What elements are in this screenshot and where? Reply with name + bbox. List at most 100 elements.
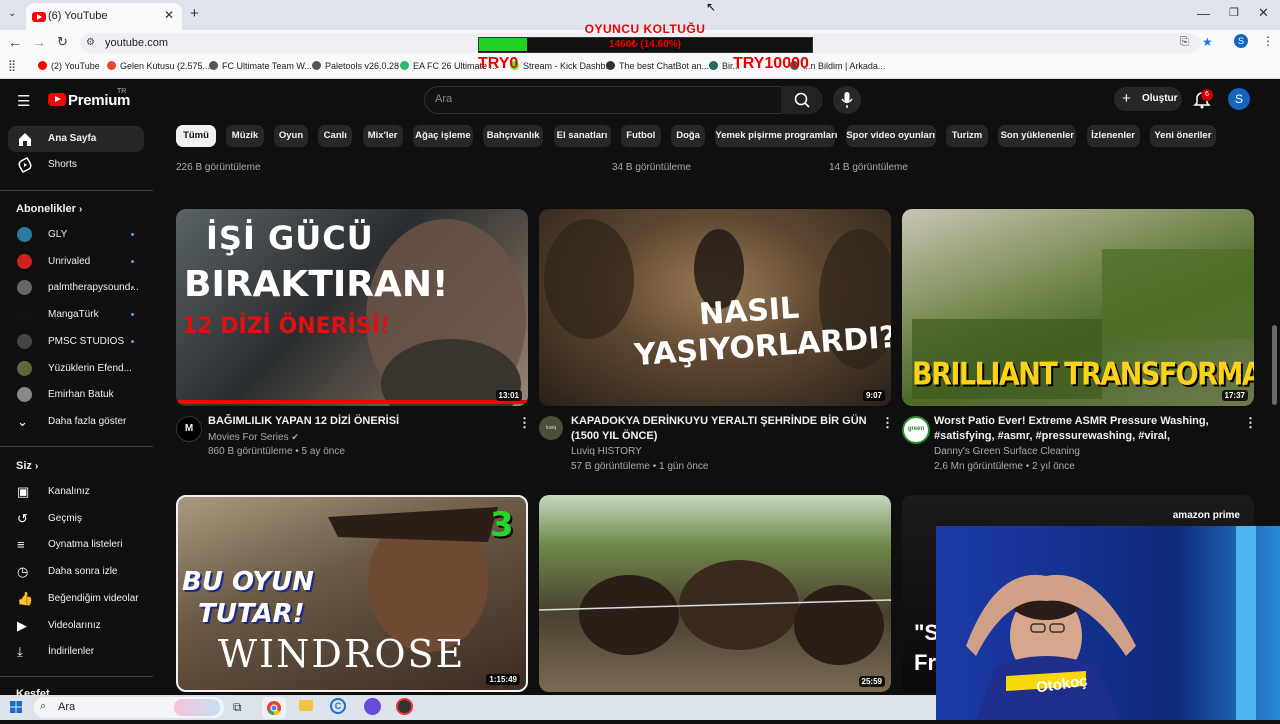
bookmark-item[interactable]: FC Ultimate Team W...: [209, 61, 312, 71]
donation-goal-title: OYUNCU KOLTUĞU: [584, 22, 706, 36]
channel-avatar[interactable]: luviq: [539, 416, 563, 440]
sidebar-subscription[interactable]: Emirhan Batuk: [8, 382, 144, 408]
filter-chip[interactable]: Oyun: [274, 125, 308, 147]
filter-chip[interactable]: Müzik: [226, 125, 264, 147]
mouse-cursor-icon: ↖: [706, 0, 717, 14]
sidebar-subscription[interactable]: Yüzüklerin Efend...: [8, 356, 144, 382]
filter-chip[interactable]: Canlı: [318, 125, 353, 147]
bookmark-item[interactable]: Stream - Kick Dashb...: [510, 61, 613, 71]
filter-chip[interactable]: El sanatları: [553, 125, 611, 147]
video-title[interactable]: Worst Patio Ever! Extreme ASMR Pressure …: [934, 414, 1239, 444]
filter-chip[interactable]: Bahçıvanlık: [483, 125, 544, 147]
video-thumbnail[interactable]: BRILLIANT TRANSFORMATION! 17:37: [902, 209, 1254, 406]
video-thumbnail[interactable]: 25:59: [539, 495, 891, 692]
sidebar-item-playlists[interactable]: ≡ Oynatma listeleri: [8, 532, 144, 558]
minimize-icon[interactable]: —: [1197, 6, 1210, 21]
file-explorer-icon[interactable]: [299, 700, 313, 711]
voice-search-button[interactable]: [833, 86, 861, 114]
filter-chip[interactable]: Turizm: [946, 125, 988, 147]
verified-icon: ✔: [291, 432, 299, 442]
close-tab-icon[interactable]: ✕: [164, 8, 174, 22]
bookmark-item[interactable]: Gelen Kutusu (2.575...: [107, 61, 210, 71]
page-scrollbar[interactable]: [1272, 325, 1277, 405]
sidebar-item-shorts[interactable]: Shorts: [8, 152, 144, 178]
chrome-icon: [267, 701, 281, 716]
video-title[interactable]: BAĞIMLILIK YAPAN 12 DİZİ ÖNERİSİ: [208, 414, 508, 429]
browser-tab[interactable]: (6) YouTube ✕: [26, 3, 182, 30]
filter-chip[interactable]: Son yüklenenler: [998, 125, 1077, 147]
bookmark-star-icon[interactable]: ★: [1202, 35, 1213, 49]
install-app-icon[interactable]: ⎘: [1180, 36, 1189, 49]
taskbar-chrome-button[interactable]: [262, 697, 286, 719]
search-button[interactable]: [781, 86, 823, 114]
sidebar-item-home[interactable]: Ana Sayfa: [8, 126, 144, 152]
task-view-icon[interactable]: ⧉: [233, 700, 242, 715]
filter-chip[interactable]: Yemek pişirme programları: [715, 125, 837, 147]
video-views: 34 B görüntüleme: [612, 162, 691, 173]
create-button[interactable]: + Oluştur: [1114, 87, 1182, 111]
sidebar-subscription[interactable]: PMSC STUDIOS: [8, 329, 144, 355]
new-tab-button[interactable]: +: [190, 5, 199, 22]
subscription-label: palmtherapysound...: [48, 282, 139, 294]
sidebar-subscription[interactable]: GLY: [8, 222, 144, 248]
channel-name[interactable]: Danny's Green Surface Cleaning: [934, 446, 1080, 457]
sidebar-subscription[interactable]: MangaTürk: [8, 302, 144, 328]
taskbar-search[interactable]: ⌕ Ara: [34, 697, 224, 718]
url-text[interactable]: youtube.com: [105, 37, 168, 49]
video-thumbnail[interactable]: BU OYUN TUTAR! WINDROSE 3 1:15:49: [176, 495, 528, 692]
obs-icon[interactable]: [396, 698, 413, 715]
windows-start-icon[interactable]: [10, 700, 22, 713]
channel-avatar[interactable]: green: [902, 416, 930, 444]
filter-chip[interactable]: İzlenenler: [1086, 125, 1140, 147]
filter-chip[interactable]: Mix'ler: [362, 125, 403, 147]
bookmark-item[interactable]: Paletools v26.0.28: [312, 61, 399, 71]
thumbnail-text: BRILLIANT TRANSFORMATION!: [912, 356, 1254, 393]
restore-icon[interactable]: ❐: [1229, 6, 1239, 19]
video-thumbnail[interactable]: NASIL YAŞIYORLARDI? 9:07: [539, 209, 891, 406]
reload-icon[interactable]: ↻: [57, 34, 68, 50]
thumbnail-text: Fr: [914, 650, 936, 675]
forward-icon[interactable]: →: [32, 34, 46, 50]
sidebar-item-your-videos[interactable]: ▶ Videolarınız: [8, 613, 144, 639]
filter-chip[interactable]: Doğa: [671, 125, 706, 147]
account-avatar[interactable]: S: [1228, 88, 1250, 110]
channel-name[interactable]: Movies For Series ✔: [208, 432, 299, 443]
back-icon[interactable]: ←: [8, 34, 22, 50]
youtube-logo-icon[interactable]: [48, 93, 66, 106]
menu-kebab-icon[interactable]: ⋮: [1262, 34, 1274, 48]
video-thumbnail[interactable]: İŞİ GÜCÜ BIRAKTIRAN! 12 DİZİ ÖNERİSİ! 13…: [176, 209, 528, 406]
more-actions-icon[interactable]: ⋮: [1244, 415, 1257, 431]
filter-chip[interactable]: Spor video oyunları: [845, 125, 936, 147]
discord-icon[interactable]: [364, 698, 381, 715]
sidebar-show-more[interactable]: ⌄ Daha fazla göster: [8, 409, 144, 435]
profile-icon[interactable]: S: [1234, 34, 1248, 48]
sidebar-item-history[interactable]: ↺ Geçmiş: [8, 506, 144, 532]
bookmark-item[interactable]: The best ChatBot an...: [606, 61, 709, 71]
you-header[interactable]: Siz ›: [16, 460, 38, 472]
site-info-icon[interactable]: ⚙: [86, 37, 95, 48]
subscriptions-header[interactable]: Abonelikler ›: [16, 203, 82, 215]
taskbar-app-icon[interactable]: C: [330, 698, 346, 714]
bookmark-item[interactable]: (2) YouTube: [38, 61, 100, 71]
sidebar-item-downloads[interactable]: ⤓ İndirilenler: [8, 639, 144, 665]
filter-chip[interactable]: Yeni öneriler: [1149, 125, 1216, 147]
sidebar-item-watch-later[interactable]: ◷ Daha sonra izle: [8, 559, 144, 585]
sidebar-subscription[interactable]: Unrivaled: [8, 249, 144, 275]
channel-avatar[interactable]: M: [176, 416, 202, 442]
sidebar-item-channel[interactable]: ▣ Kanalınız: [8, 479, 144, 505]
sidebar-subscription[interactable]: palmtherapysound...: [8, 275, 144, 301]
filter-chip[interactable]: Futbol: [620, 125, 661, 147]
filter-chip[interactable]: Tümü: [176, 125, 216, 147]
tab-search-icon[interactable]: ⌄: [8, 8, 16, 19]
sidebar-item-liked-videos[interactable]: 👍 Beğendiğim videolar: [8, 586, 144, 612]
more-actions-icon[interactable]: ⋮: [518, 415, 531, 431]
video-title[interactable]: KAPADOKYA DERİNKUYU YERALTI ŞEHRİNDE BİR…: [571, 414, 871, 444]
more-actions-icon[interactable]: ⋮: [881, 415, 894, 431]
search-input[interactable]: Ara: [424, 86, 782, 114]
channel-name[interactable]: Luviq HISTORY: [571, 446, 642, 457]
apps-grid-icon[interactable]: ⣿: [8, 59, 16, 72]
filter-chip[interactable]: Ağaç işleme: [412, 125, 473, 147]
close-window-icon[interactable]: ✕: [1258, 5, 1269, 21]
bookmark-favicon-icon: [606, 61, 615, 70]
hamburger-menu-icon[interactable]: ☰: [17, 92, 30, 110]
